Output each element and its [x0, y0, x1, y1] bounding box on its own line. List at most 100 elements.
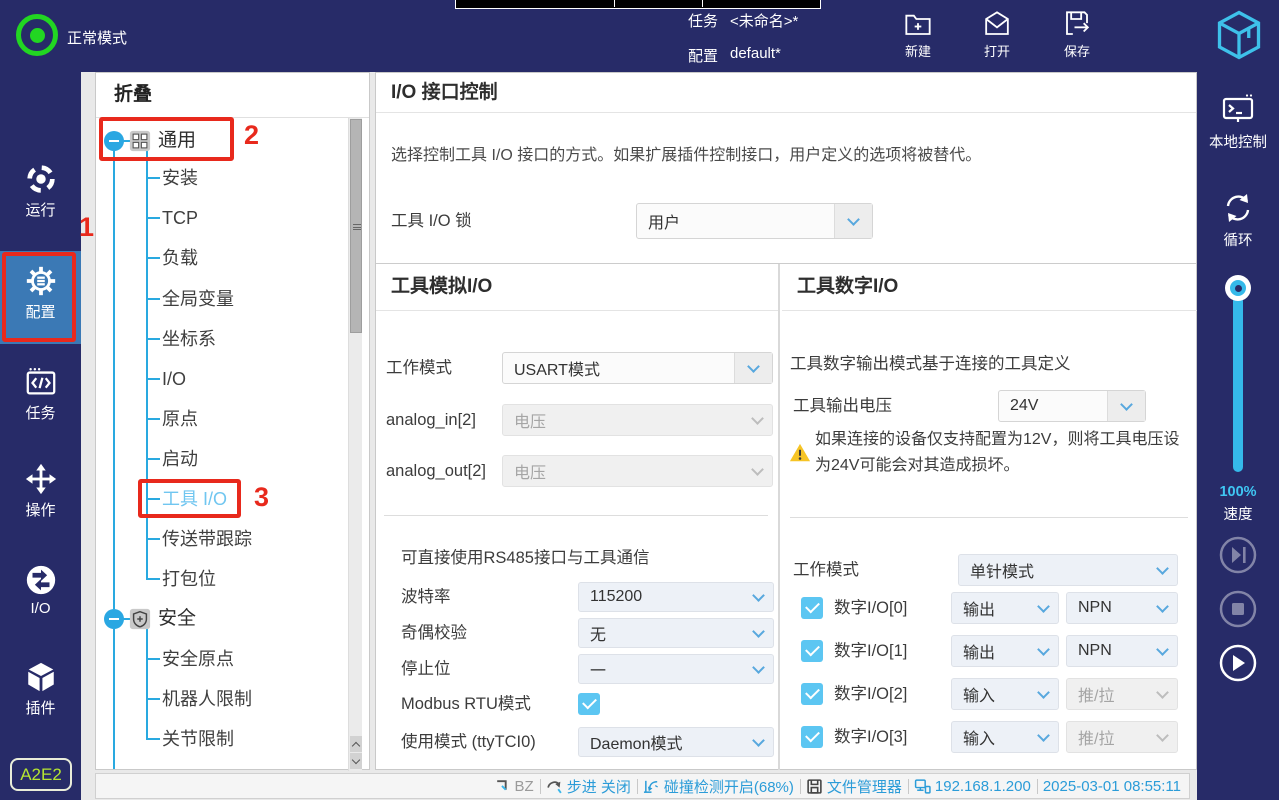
chevron-down-icon: [743, 583, 773, 611]
modbus-rtu-label: Modbus RTU模式: [401, 692, 531, 716]
io-arrows-icon: [24, 563, 58, 597]
sidebar-item-task[interactable]: 任务: [0, 365, 81, 423]
save-button[interactable]: 保存: [1047, 9, 1107, 60]
rs485-note: 可直接使用RS485接口与工具通信: [401, 544, 649, 568]
chevron-down-icon: [1028, 722, 1058, 752]
digital-io-row-2: 数字I/O[2] 输入 推/拉: [782, 678, 1198, 710]
warning-icon: [789, 442, 811, 464]
digital-io-3-checkbox[interactable]: [801, 726, 823, 748]
tree-scrollbar-thumb[interactable]: [350, 119, 362, 333]
sidebar-item-plugin[interactable]: 插件: [0, 660, 81, 718]
tree-item-tcp[interactable]: TCP: [146, 205, 198, 231]
modbus-rtu-checkbox[interactable]: [578, 693, 600, 715]
general-grid-icon: [129, 130, 151, 152]
collision-detection-status[interactable]: 碰撞检测开启(68%): [643, 776, 794, 797]
tool-io-lock-select[interactable]: 用户: [636, 203, 873, 239]
robot-id-badge[interactable]: A2E2: [10, 758, 72, 791]
speed-label: 速度: [1197, 503, 1279, 524]
tree-item-coordinates[interactable]: 坐标系: [146, 326, 216, 352]
chevron-down-icon: [834, 204, 872, 238]
tree-collapse-toggle-general[interactable]: [104, 131, 124, 151]
collision-icon: [643, 778, 660, 795]
digital-io-0-checkbox[interactable]: [801, 597, 823, 619]
open-button[interactable]: 打开: [967, 9, 1027, 60]
speed-slider-track[interactable]: [1233, 296, 1243, 472]
tree-item-home[interactable]: 原点: [146, 406, 198, 432]
scroll-up-button[interactable]: [350, 736, 362, 752]
divider: [637, 779, 638, 794]
section-title: 工具模拟I/O: [376, 264, 778, 311]
tree-item-conveyor-tracking[interactable]: 传送带跟踪: [146, 526, 252, 552]
cycle-icon: [1220, 190, 1256, 226]
speed-slider-handle[interactable]: [1225, 275, 1251, 301]
parity-select[interactable]: 无: [578, 618, 774, 648]
collapse-header[interactable]: 折叠: [96, 73, 369, 118]
divider: [540, 779, 541, 794]
tree-connector: [113, 151, 115, 609]
save-icon: [1062, 9, 1092, 39]
work-mode-select[interactable]: USART模式: [502, 352, 773, 384]
scroll-down-button[interactable]: [350, 753, 362, 769]
tree-item-startup[interactable]: 启动: [146, 446, 198, 472]
chevron-down-icon: [1028, 593, 1058, 623]
analog-in-label: analog_in[2]: [386, 404, 476, 436]
tree-item-pallet[interactable]: 打包位: [146, 566, 216, 592]
play-button[interactable]: [1218, 643, 1258, 683]
baud-rate-select[interactable]: 115200: [578, 582, 774, 612]
stop-button[interactable]: [1218, 589, 1258, 629]
divider: [908, 779, 909, 794]
digital-io-1-direction-select[interactable]: 输出: [951, 635, 1059, 667]
local-control-button[interactable]: 本地控制: [1197, 92, 1279, 152]
tool-voltage-select[interactable]: 24V: [998, 390, 1146, 422]
digital-io-2-direction-select[interactable]: 输入: [951, 678, 1059, 710]
config-value[interactable]: default*: [730, 45, 781, 62]
mode-label: 正常模式: [67, 27, 127, 48]
tree-item-general[interactable]: 通用: [158, 128, 196, 154]
step-forward-button[interactable]: [1218, 535, 1258, 575]
tree-item-safety-home[interactable]: 安全原点: [146, 646, 234, 672]
digital-io-0-direction-select[interactable]: 输出: [951, 592, 1059, 624]
cycle-button[interactable]: 循环: [1197, 190, 1279, 250]
section-title: 工具数字I/O: [782, 264, 1198, 311]
notch-divider: [614, 0, 615, 7]
tree-item-safety[interactable]: 安全: [158, 606, 196, 632]
tree-item-install[interactable]: 安装: [146, 165, 198, 191]
digital-io-1-checkbox[interactable]: [801, 640, 823, 662]
tree-item-payload[interactable]: 负载: [146, 245, 198, 271]
tree-collapse-toggle-safety[interactable]: [104, 609, 124, 629]
tree-item-global-vars[interactable]: 全局变量: [146, 286, 234, 312]
config-tree-panel: 折叠 通用 2 安装 TCP 负载 全局变量 坐标系 I/O 原点 启动 工具 …: [95, 72, 370, 770]
digital-io-0-type-select[interactable]: NPN: [1066, 592, 1178, 624]
file-manager-link[interactable]: 文件管理器: [806, 776, 902, 797]
digital-io-3-direction-select[interactable]: 输入: [951, 721, 1059, 753]
sidebar-item-config[interactable]: 配置: [0, 251, 81, 344]
tool-voltage-label: 工具输出电压: [793, 390, 892, 422]
tree-item-tool-io[interactable]: 工具 I/O: [146, 486, 227, 512]
tree-item-joint-limits[interactable]: 关节限制: [146, 726, 234, 752]
parity-label: 奇偶校验: [401, 618, 467, 648]
chevron-down-icon: [1147, 679, 1177, 709]
analog-in-select: 电压: [502, 404, 773, 436]
sidebar-item-operate[interactable]: 操作: [0, 462, 81, 520]
digital-io-1-type-select[interactable]: NPN: [1066, 635, 1178, 667]
task-value[interactable]: <未命名>*: [730, 10, 798, 31]
usage-mode-select[interactable]: Daemon模式: [578, 727, 774, 757]
sidebar-item-io[interactable]: I/O: [0, 563, 81, 617]
stop-bit-select[interactable]: 一: [578, 654, 774, 684]
digital-io-2-type-select: 推/拉: [1066, 678, 1178, 710]
tree-connector: [113, 629, 115, 769]
step-mode-status[interactable]: 步进 关闭: [546, 776, 631, 797]
settings-content-panel: I/O 接口控制 选择控制工具 I/O 接口的方式。如果扩展插件控制接口，用户定…: [375, 72, 1197, 770]
digital-work-mode-select[interactable]: 单针模式: [958, 554, 1178, 586]
config-label: 配置: [688, 45, 718, 66]
sidebar-item-run[interactable]: 运行: [0, 162, 81, 220]
tree-item-io[interactable]: I/O: [146, 366, 186, 392]
digital-io-3-type-select: 推/拉: [1066, 721, 1178, 753]
digital-io-2-checkbox[interactable]: [801, 683, 823, 705]
code-window-icon: [24, 365, 58, 399]
tree-scrollbar[interactable]: [348, 118, 362, 771]
new-button[interactable]: 新建: [888, 9, 948, 60]
tree-item-robot-limits[interactable]: 机器人限制: [146, 686, 252, 712]
chevron-down-icon: [1028, 636, 1058, 666]
status-bar: BZ 步进 关闭 碰撞检测开启(68%) 文件管理器: [95, 773, 1190, 799]
